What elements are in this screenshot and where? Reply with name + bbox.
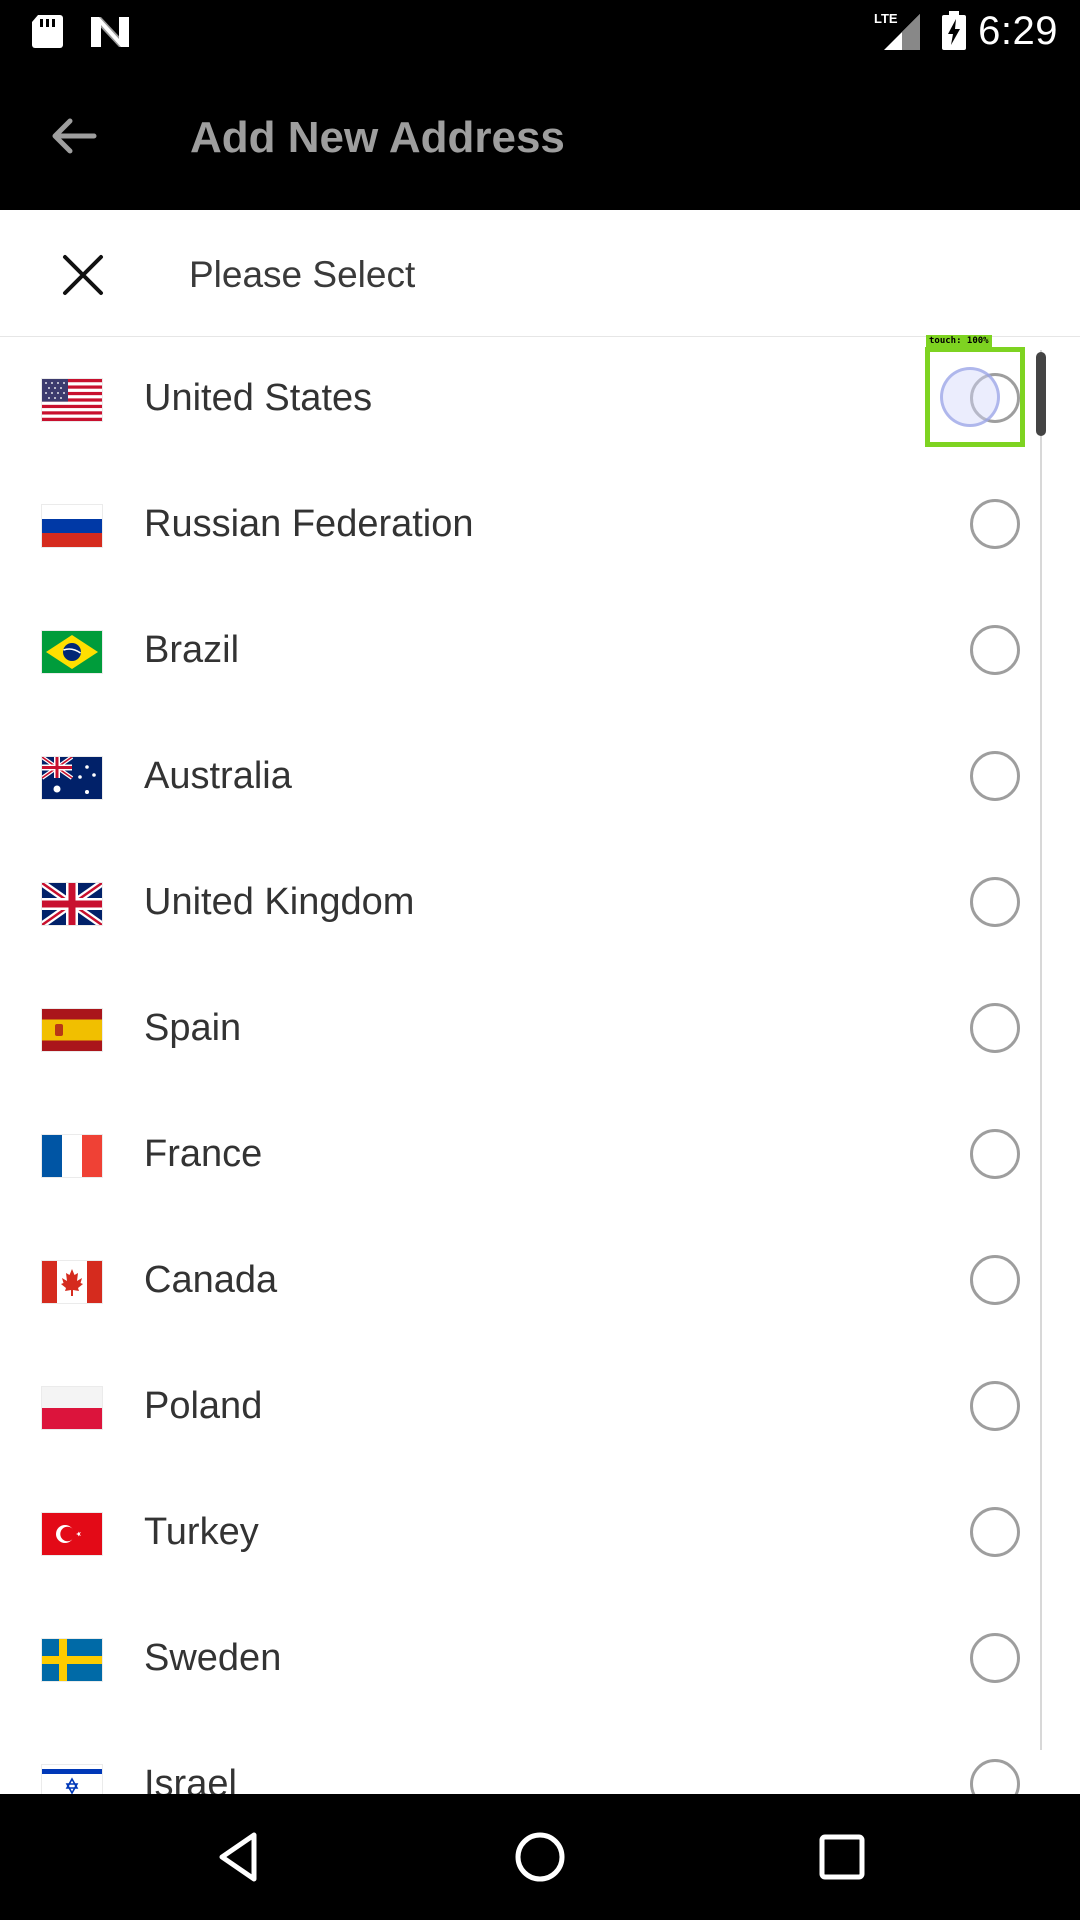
radio-button[interactable] bbox=[970, 625, 1020, 675]
country-label: Turkey bbox=[144, 1511, 259, 1553]
nav-home-icon[interactable] bbox=[510, 1827, 570, 1887]
country-label: United Kingdom bbox=[144, 881, 415, 923]
flag-br-icon bbox=[42, 631, 102, 673]
country-row-canada[interactable]: Canada bbox=[0, 1219, 1040, 1345]
close-icon[interactable] bbox=[62, 254, 104, 296]
flag-pl-icon bbox=[42, 1387, 102, 1429]
country-label: Russian Federation bbox=[144, 503, 474, 545]
status-bar: LTE 6:29 bbox=[0, 0, 1080, 63]
country-label: Spain bbox=[144, 1007, 242, 1049]
radio-button[interactable] bbox=[970, 1759, 1020, 1794]
country-row-russian-federation[interactable]: Russian Federation bbox=[0, 463, 1040, 589]
status-time: 6:29 bbox=[978, 9, 1058, 53]
touch-indicator-box bbox=[925, 347, 1025, 447]
page-title: Add New Address bbox=[190, 113, 565, 162]
country-label: United States bbox=[144, 377, 373, 419]
app-bar: Add New Address bbox=[0, 63, 1080, 210]
flag-au-icon bbox=[42, 757, 102, 799]
country-row-spain[interactable]: Spain bbox=[0, 967, 1040, 1093]
flag-us-icon bbox=[42, 379, 102, 421]
country-row-australia[interactable]: Australia bbox=[0, 715, 1040, 841]
flag-es-icon bbox=[42, 1009, 102, 1051]
country-row-turkey[interactable]: Turkey bbox=[0, 1471, 1040, 1597]
country-label: Brazil bbox=[144, 629, 240, 671]
radio-button[interactable] bbox=[970, 1381, 1020, 1431]
network-type-label: LTE bbox=[874, 11, 898, 26]
country-label: Poland bbox=[144, 1385, 263, 1427]
flag-fr-icon bbox=[42, 1135, 102, 1177]
country-row-united-states[interactable]: United States bbox=[0, 337, 1040, 463]
touch-indicator-label: touch: 100% bbox=[926, 335, 992, 347]
radio-button[interactable] bbox=[970, 1129, 1020, 1179]
sheet-header: Please Select bbox=[0, 210, 1080, 337]
country-row-united-kingdom[interactable]: United Kingdom bbox=[0, 841, 1040, 967]
battery-charging-icon bbox=[942, 11, 966, 50]
scrollbar-thumb[interactable] bbox=[1036, 352, 1046, 436]
flag-tr-icon bbox=[42, 1513, 102, 1555]
nav-back-icon[interactable] bbox=[212, 1827, 272, 1887]
country-row-sweden[interactable]: Sweden bbox=[0, 1597, 1040, 1723]
radio-button[interactable] bbox=[970, 1003, 1020, 1053]
flag-il-icon bbox=[42, 1765, 102, 1794]
country-label: Australia bbox=[144, 755, 292, 797]
n-icon bbox=[91, 17, 129, 47]
scrollbar-track bbox=[1040, 350, 1042, 1750]
country-row-france[interactable]: France bbox=[0, 1093, 1040, 1219]
flag-se-icon bbox=[42, 1639, 102, 1681]
country-list[interactable]: United States Russian Federation Brazil bbox=[0, 337, 1080, 1794]
arrow-back-icon[interactable] bbox=[48, 111, 98, 161]
radio-button[interactable] bbox=[970, 1255, 1020, 1305]
sd-card-icon bbox=[32, 15, 63, 48]
nav-recents-icon[interactable] bbox=[812, 1827, 872, 1887]
radio-button[interactable] bbox=[970, 751, 1020, 801]
radio-button[interactable] bbox=[970, 1507, 1020, 1557]
country-label: France bbox=[144, 1133, 263, 1175]
country-label: Israel bbox=[144, 1763, 237, 1794]
lte-signal-icon: LTE bbox=[874, 11, 920, 50]
country-label: Sweden bbox=[144, 1637, 282, 1679]
flag-gb-icon bbox=[42, 883, 102, 925]
country-row-israel[interactable]: Israel bbox=[0, 1723, 1040, 1794]
radio-button[interactable] bbox=[970, 499, 1020, 549]
country-row-poland[interactable]: Poland bbox=[0, 1345, 1040, 1471]
system-nav-bar bbox=[0, 1794, 1080, 1920]
flag-ca-icon bbox=[42, 1261, 102, 1303]
sheet-title: Please Select bbox=[189, 254, 416, 295]
country-row-brazil[interactable]: Brazil bbox=[0, 589, 1040, 715]
country-label: Canada bbox=[144, 1259, 278, 1301]
radio-button[interactable] bbox=[970, 877, 1020, 927]
radio-button[interactable] bbox=[970, 1633, 1020, 1683]
flag-ru-icon bbox=[42, 505, 102, 547]
